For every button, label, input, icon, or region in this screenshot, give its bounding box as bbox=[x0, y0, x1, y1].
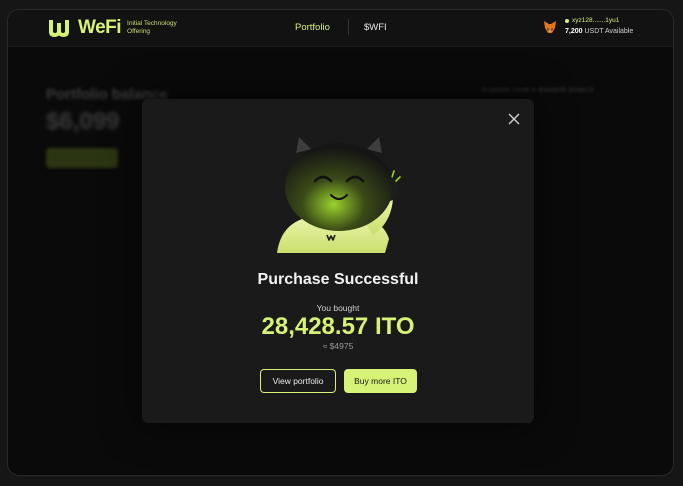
connected-dot-icon bbox=[565, 18, 569, 23]
portfolio-balance-value: $6,099 bbox=[46, 108, 120, 135]
brand-name: WeFi bbox=[78, 17, 122, 38]
nav-divider bbox=[348, 19, 349, 35]
brand-tagline: Initial Technology Offering bbox=[127, 20, 177, 35]
nav-wfi[interactable]: $WFI bbox=[364, 22, 387, 33]
buy-more-button[interactable]: Buy more ITO bbox=[344, 369, 417, 393]
modal-title: Purchase Successful bbox=[257, 271, 419, 288]
view-portfolio-button[interactable]: View portfolio bbox=[260, 369, 336, 393]
you-bought-label: You bought bbox=[316, 303, 360, 313]
wallet-balance-amount: 7,200 bbox=[565, 28, 583, 35]
approx-usd-value: ≈ $4975 bbox=[322, 341, 354, 351]
nav-portfolio[interactable]: Portfolio bbox=[295, 22, 330, 33]
close-icon[interactable] bbox=[508, 113, 520, 125]
background-side-text: Available credit in $WalletB $WalUS bbox=[482, 87, 594, 94]
wallet-address[interactable]: xyz128.......1yu1 bbox=[565, 17, 619, 24]
cat-mascot-illustration bbox=[277, 129, 401, 253]
wefi-logo-icon bbox=[49, 20, 69, 37]
wallet-address-text: xyz128.......1yu1 bbox=[572, 17, 620, 24]
purchase-success-modal: Purchase Successful You bought 28,428.57… bbox=[142, 99, 534, 423]
background-action-button bbox=[46, 148, 118, 168]
top-header: WeFi Initial Technology Offering Portfol… bbox=[8, 10, 673, 47]
wallet-balance: 7,200 USDT Available bbox=[565, 28, 633, 35]
purchased-amount: 28,428.57 ITO bbox=[261, 313, 415, 340]
wallet-balance-label: USDT Available bbox=[584, 28, 634, 35]
metamask-fox-icon[interactable] bbox=[543, 20, 557, 34]
brand-logo[interactable]: WeFi Initial Technology Offering bbox=[48, 17, 187, 39]
